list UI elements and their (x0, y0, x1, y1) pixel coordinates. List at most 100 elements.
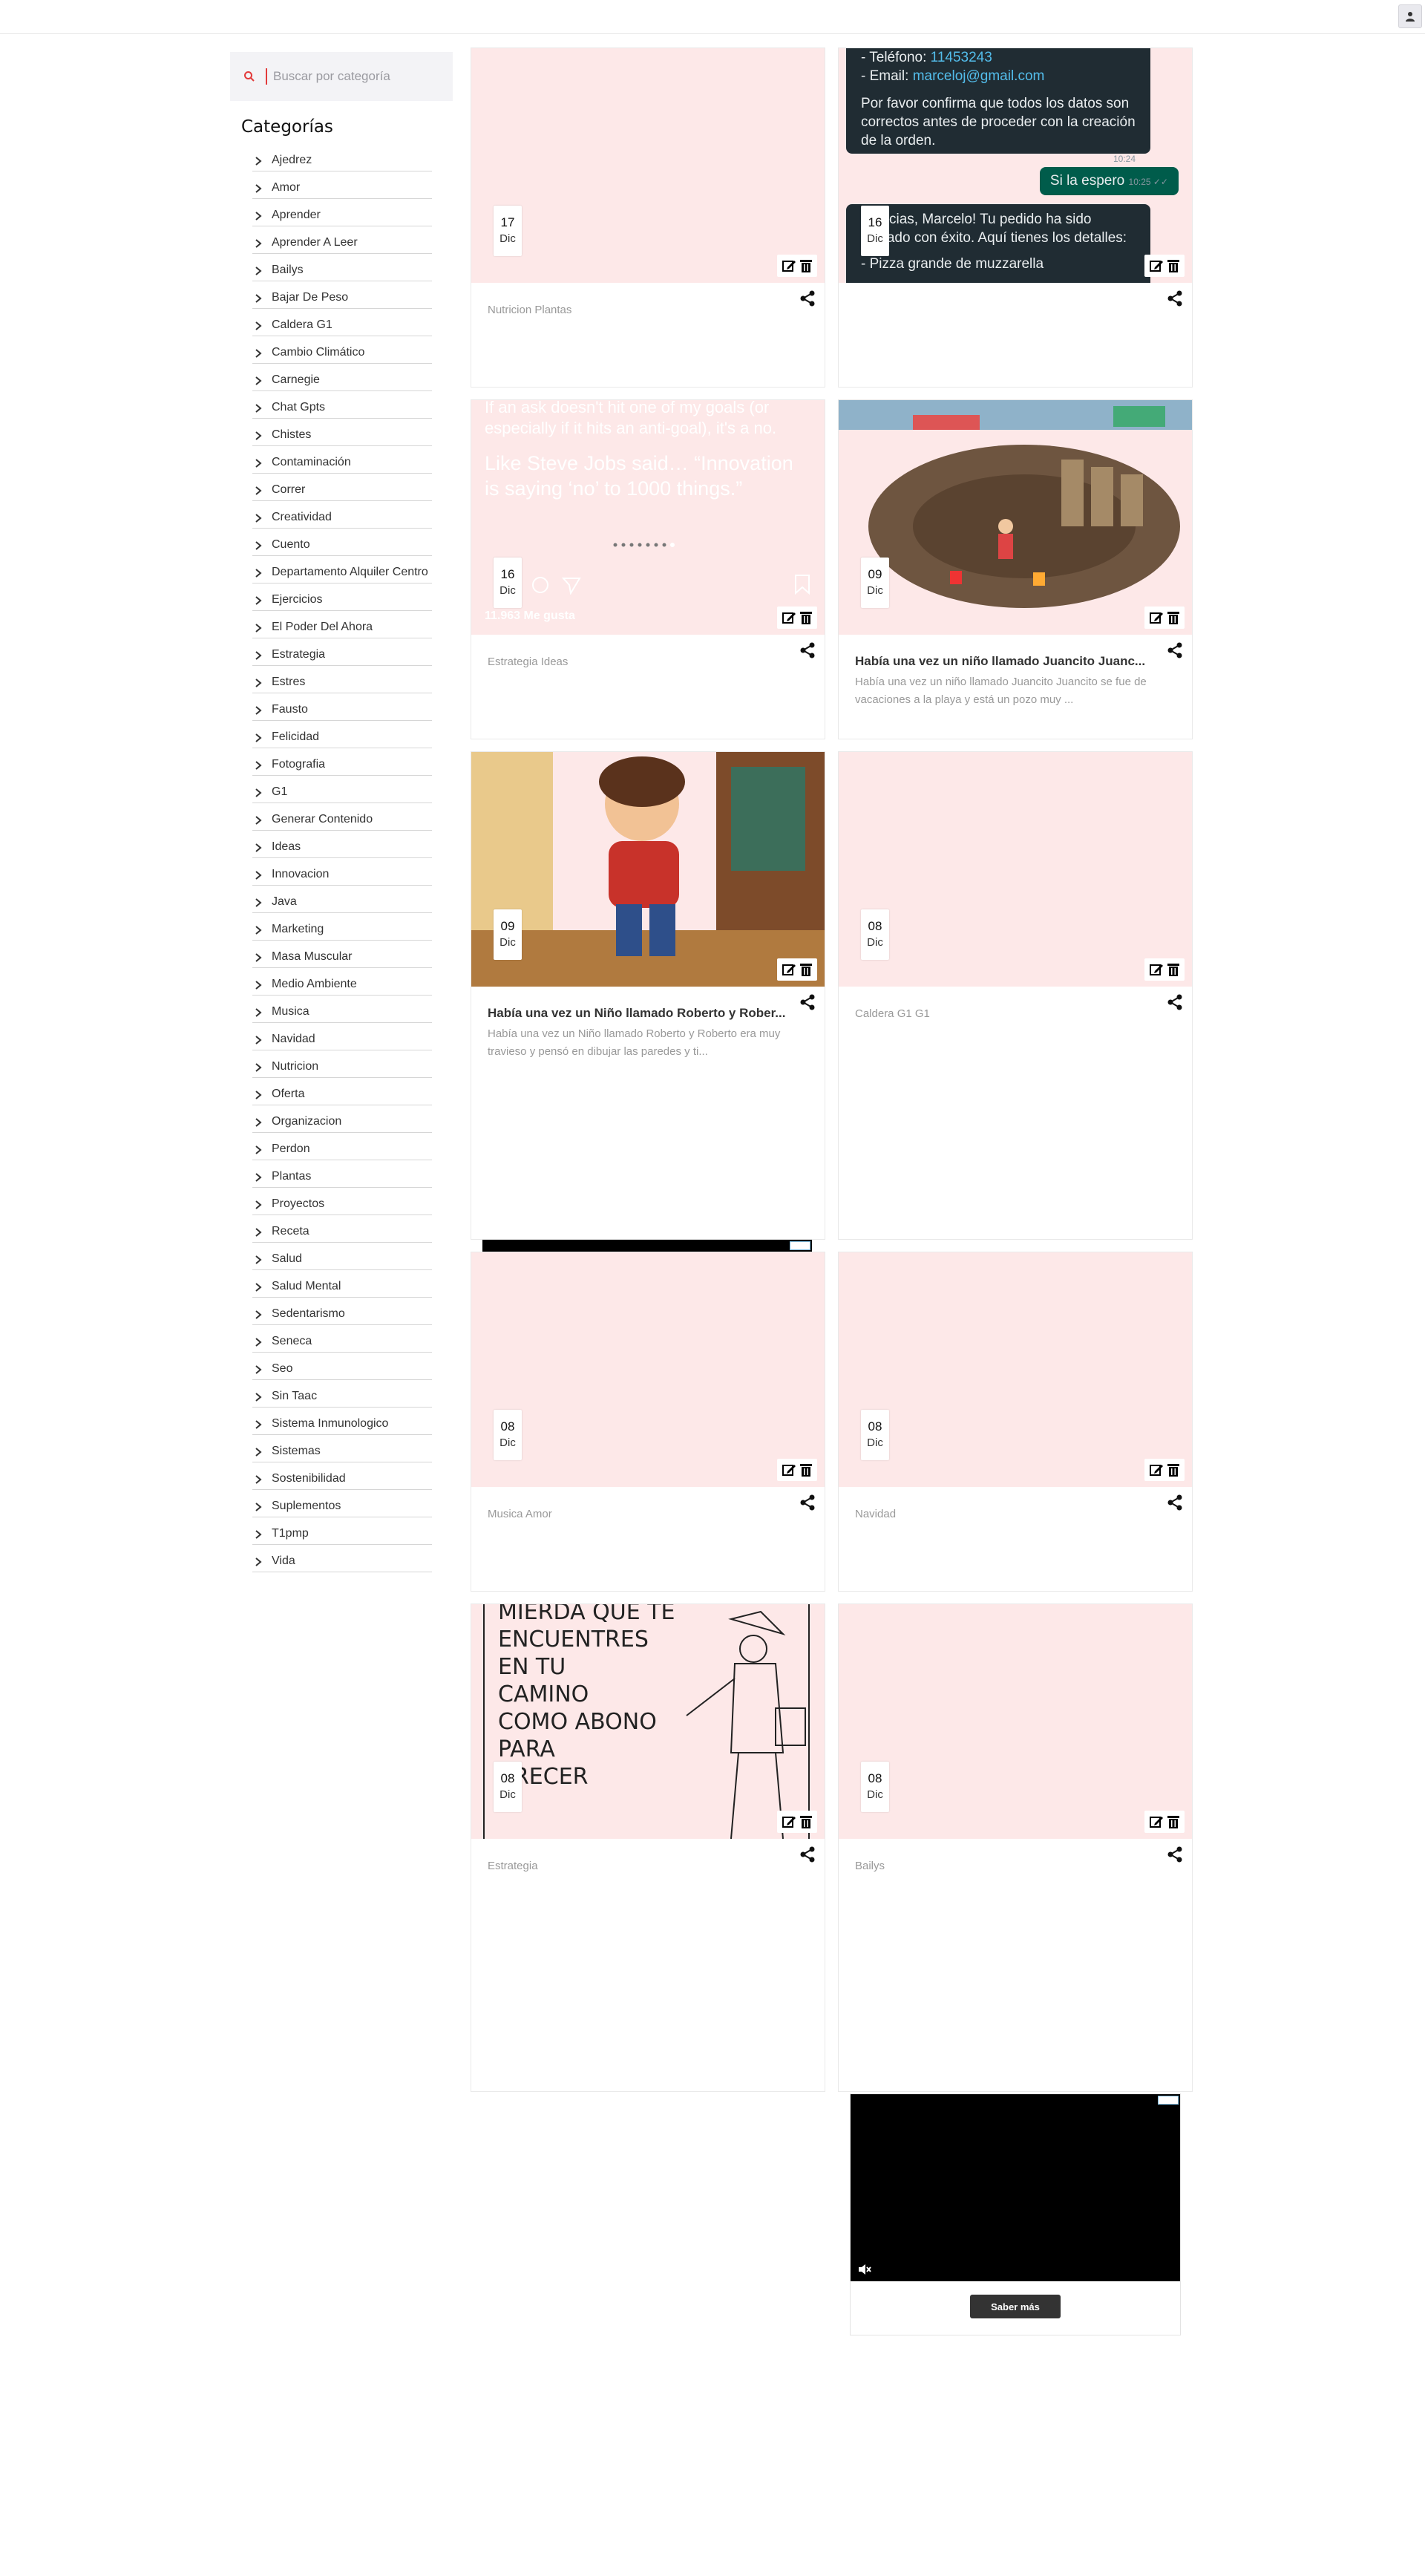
edit-icon[interactable] (782, 1462, 796, 1477)
delete-icon[interactable] (799, 610, 813, 625)
post-card[interactable]: 09 Dic Había una vez un niño llamado Juan… (838, 399, 1193, 739)
post-image-sandcastle[interactable]: 09 Dic (839, 400, 1192, 635)
category-item[interactable]: Sostenibilidad (252, 1462, 432, 1490)
post-image-chat[interactable]: - Teléfono: 11453243 - Email: marceloj@g… (839, 48, 1192, 283)
category-item[interactable]: Chat Gpts (252, 391, 432, 419)
category-item[interactable]: Sistema Inmunologico (252, 1408, 432, 1435)
category-item[interactable]: Ajedrez (252, 144, 432, 171)
share-icon[interactable] (1167, 1846, 1183, 1863)
delete-icon[interactable] (1167, 610, 1180, 625)
post-image-placeholder[interactable]: 08 Dic (839, 752, 1192, 987)
category-item[interactable]: Contaminación (252, 446, 432, 474)
category-item[interactable]: Fotografia (252, 748, 432, 776)
category-item[interactable]: Caldera G1 (252, 309, 432, 336)
edit-icon[interactable] (782, 258, 796, 273)
share-icon[interactable] (799, 290, 816, 307)
post-card[interactable]: 08 Dic Musica Amor (471, 1252, 825, 1592)
category-item[interactable]: Generar Contenido (252, 803, 432, 831)
share-icon[interactable] (1167, 290, 1183, 307)
category-item[interactable]: Seo (252, 1353, 432, 1380)
category-item[interactable]: Sistemas (252, 1435, 432, 1462)
category-item[interactable]: Navidad (252, 1023, 432, 1050)
post-card[interactable]: - Teléfono: 11453243 - Email: marceloj@g… (838, 48, 1193, 388)
category-item[interactable]: Masa Muscular (252, 941, 432, 968)
post-image-kid[interactable]: 09 Dic (471, 752, 825, 987)
user-menu-button[interactable] (1398, 4, 1422, 28)
share-icon[interactable] (1167, 1494, 1183, 1511)
category-item[interactable]: Medio Ambiente (252, 968, 432, 996)
post-title[interactable]: Había una vez un Niño llamado Roberto y … (488, 987, 798, 1021)
category-item[interactable]: Musica (252, 996, 432, 1023)
search-box[interactable]: Buscar por categoría (230, 52, 453, 101)
edit-icon[interactable] (1149, 962, 1164, 977)
category-item[interactable]: Oferta (252, 1078, 432, 1105)
post-card[interactable]: MIERDA QUE TE ENCUENTRES EN TU CAMINO CO… (471, 1604, 825, 2092)
category-item[interactable]: T1pmp (252, 1517, 432, 1545)
category-item[interactable]: Aprender (252, 199, 432, 226)
category-item[interactable]: Salud (252, 1243, 432, 1270)
category-item[interactable]: Salud Mental (252, 1270, 432, 1298)
mute-icon[interactable] (858, 2263, 871, 2275)
edit-icon[interactable] (782, 1814, 796, 1829)
category-item[interactable]: Felicidad (252, 721, 432, 748)
category-item[interactable]: Fausto (252, 693, 432, 721)
edit-icon[interactable] (1149, 1814, 1164, 1829)
post-card[interactable]: 08 Dic Caldera G1 G1 (838, 751, 1193, 1240)
category-item[interactable]: Estrategia (252, 638, 432, 666)
category-item[interactable]: Java (252, 886, 432, 913)
adchoices-icon[interactable] (1158, 2096, 1179, 2105)
category-item[interactable]: Vida (252, 1545, 432, 1572)
delete-icon[interactable] (799, 962, 813, 977)
category-item[interactable]: Perdon (252, 1133, 432, 1160)
category-item[interactable]: Nutricion (252, 1050, 432, 1078)
category-item[interactable]: Receta (252, 1215, 432, 1243)
post-card[interactable]: 09 Dic Había una vez un Niño llamado Robe… (471, 751, 825, 1240)
post-card[interactable]: 08 Dic Bailys (838, 1604, 1193, 2092)
category-item[interactable]: Amor (252, 171, 432, 199)
category-item[interactable]: Seneca (252, 1325, 432, 1353)
post-categories[interactable]: Estrategia Ideas (488, 635, 808, 668)
edit-icon[interactable] (1149, 258, 1164, 273)
post-categories[interactable]: Estrategia (488, 1839, 808, 1872)
edit-icon[interactable] (1149, 610, 1164, 625)
adchoices-icon[interactable] (790, 1241, 810, 1250)
search-input[interactable]: Buscar por categoría (273, 69, 390, 84)
post-categories[interactable]: Navidad (855, 1487, 1176, 1520)
post-categories[interactable]: Caldera G1 G1 (855, 987, 1176, 1020)
post-categories[interactable]: Nutricion Plantas (488, 283, 808, 316)
ad-video-player[interactable] (851, 2094, 1180, 2281)
category-item[interactable]: Plantas (252, 1160, 432, 1188)
delete-icon[interactable] (1167, 258, 1180, 273)
category-item[interactable]: Creatividad (252, 501, 432, 529)
category-item[interactable]: Carnegie (252, 364, 432, 391)
post-title[interactable]: Había una vez un niño llamado Juancito J… (855, 635, 1165, 669)
category-item[interactable]: Sedentarismo (252, 1298, 432, 1325)
category-item[interactable]: Ejercicios (252, 583, 432, 611)
category-item[interactable]: Ideas (252, 831, 432, 858)
delete-icon[interactable] (799, 1462, 813, 1477)
category-item[interactable]: Chistes (252, 419, 432, 446)
delete-icon[interactable] (1167, 1462, 1180, 1477)
category-item[interactable]: Suplementos (252, 1490, 432, 1517)
delete-icon[interactable] (1167, 962, 1180, 977)
category-item[interactable]: Cambio Climático (252, 336, 432, 364)
post-categories[interactable]: Musica Amor (488, 1487, 808, 1520)
category-item[interactable]: Sin Taac (252, 1380, 432, 1408)
post-image-placeholder[interactable]: 08 Dic (471, 1252, 825, 1487)
delete-icon[interactable] (1167, 1814, 1180, 1829)
share-icon[interactable] (799, 642, 816, 658)
category-item[interactable]: Cuento (252, 529, 432, 556)
post-image-placeholder[interactable]: 08 Dic (839, 1604, 1192, 1839)
category-item[interactable]: Organizacion (252, 1105, 432, 1133)
share-icon[interactable] (1167, 994, 1183, 1010)
post-card[interactable]: 08 Dic Navidad (838, 1252, 1193, 1592)
post-image-placeholder[interactable]: 17 Dic (471, 48, 825, 283)
post-image-quote[interactable]: If an ask doesn't hit one of my goals (o… (471, 400, 825, 635)
post-categories[interactable]: Bailys (855, 1839, 1176, 1872)
category-item[interactable]: Estres (252, 666, 432, 693)
ad-banner[interactable] (482, 1240, 812, 1252)
post-image-poster[interactable]: MIERDA QUE TE ENCUENTRES EN TU CAMINO CO… (471, 1604, 825, 1839)
category-item[interactable]: Bajar De Peso (252, 281, 432, 309)
category-item[interactable]: Proyectos (252, 1188, 432, 1215)
category-item[interactable]: Innovacion (252, 858, 432, 886)
